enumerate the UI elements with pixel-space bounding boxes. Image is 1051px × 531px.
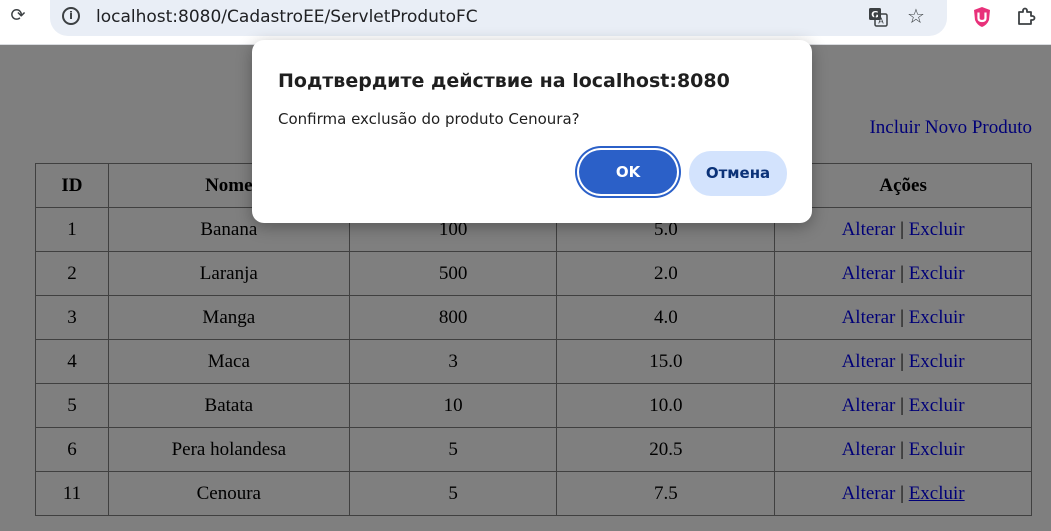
dialog-message: Confirma exclusão do produto Cenoura? bbox=[278, 110, 580, 128]
address-bar[interactable]: i localhost:8080/CadastroEE/ServletProdu… bbox=[50, 0, 947, 36]
translate-icon[interactable]: G A bbox=[868, 7, 888, 27]
bookmark-star-icon[interactable]: ☆ bbox=[907, 4, 925, 28]
site-info-icon[interactable]: i bbox=[62, 7, 80, 25]
reload-icon[interactable]: ⟳ bbox=[8, 6, 28, 26]
extensions-puzzle-icon[interactable] bbox=[1015, 6, 1037, 28]
confirm-dialog: Подтвердите действие на localhost:8080 C… bbox=[252, 40, 812, 223]
browser-toolbar: ⟳ i localhost:8080/CadastroEE/ServletPro… bbox=[0, 0, 1051, 45]
dialog-title: Подтвердите действие на localhost:8080 bbox=[278, 70, 730, 92]
svg-text:A: A bbox=[878, 17, 884, 26]
url-text[interactable]: localhost:8080/CadastroEE/ServletProduto… bbox=[96, 7, 478, 27]
ok-button[interactable]: OK bbox=[579, 150, 677, 194]
extension-u-icon[interactable] bbox=[972, 6, 992, 28]
cancel-button[interactable]: Отмена bbox=[689, 151, 787, 196]
